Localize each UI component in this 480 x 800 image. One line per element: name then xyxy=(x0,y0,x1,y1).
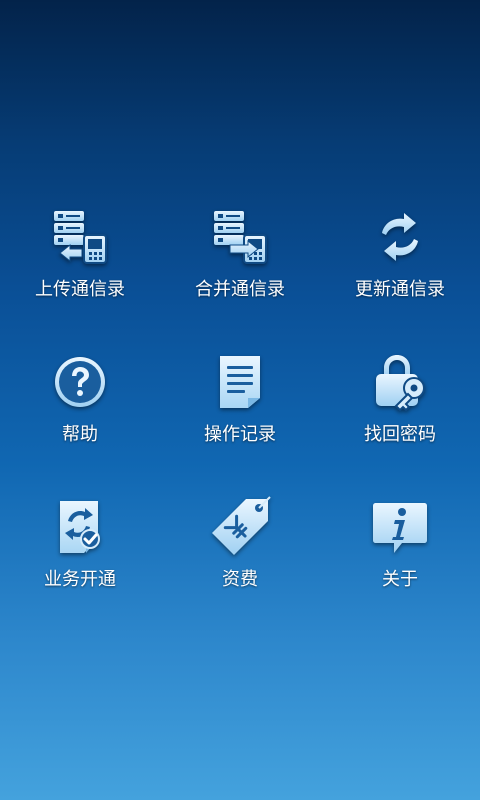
service-activation-label: 业务开通 xyxy=(44,569,116,590)
recover-password-label: 找回密码 xyxy=(364,424,436,445)
info-icon xyxy=(368,495,432,559)
document-icon xyxy=(208,350,272,414)
update-contacts-label: 更新通信录 xyxy=(355,279,445,300)
merge-contacts-icon xyxy=(208,205,272,269)
home-screen: 上传通信录 合并通信录 更新通信录 帮助 操作记录 找回密码 业务开通 资费 关… xyxy=(0,0,480,800)
feature-grid: 上传通信录 合并通信录 更新通信录 帮助 操作记录 找回密码 业务开通 资费 关… xyxy=(0,205,480,640)
tariff-button[interactable]: 资费 xyxy=(160,495,320,640)
upload-contacts-icon xyxy=(48,205,112,269)
service-activation-button[interactable]: 业务开通 xyxy=(0,495,160,640)
tariff-label: 资费 xyxy=(222,569,258,590)
merge-contacts-label: 合并通信录 xyxy=(195,279,285,300)
lock-key-icon xyxy=(368,350,432,414)
operation-log-label: 操作记录 xyxy=(204,424,276,445)
merge-contacts-button[interactable]: 合并通信录 xyxy=(160,205,320,350)
update-contacts-button[interactable]: 更新通信录 xyxy=(320,205,480,350)
help-label: 帮助 xyxy=(62,424,98,445)
upload-contacts-button[interactable]: 上传通信录 xyxy=(0,205,160,350)
price-tag-icon xyxy=(208,495,272,559)
help-icon xyxy=(48,350,112,414)
upload-contacts-label: 上传通信录 xyxy=(35,279,125,300)
service-activation-icon xyxy=(48,495,112,559)
help-button[interactable]: 帮助 xyxy=(0,350,160,495)
operation-log-button[interactable]: 操作记录 xyxy=(160,350,320,495)
refresh-icon xyxy=(368,205,432,269)
about-label: 关于 xyxy=(382,569,418,590)
recover-password-button[interactable]: 找回密码 xyxy=(320,350,480,495)
about-button[interactable]: 关于 xyxy=(320,495,480,640)
